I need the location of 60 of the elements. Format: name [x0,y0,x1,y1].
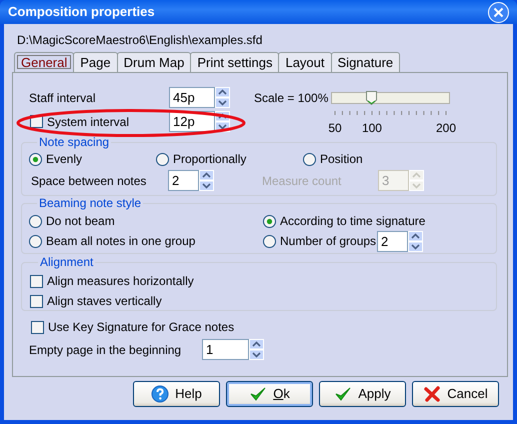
slider-thumb[interactable] [366,91,378,105]
tab[interactable]: Signature [330,52,400,72]
option-label: Do not beam [46,213,115,230]
tab[interactable]: General [14,52,74,72]
tab[interactable]: Print settings [190,52,280,72]
dialog-button[interactable]: Apply [319,381,406,407]
scale-label: Scale = 100% [254,90,330,107]
spin-buttons[interactable] [215,111,230,132]
option-label: Evenly [46,151,82,168]
checkbox-label: System interval [47,114,130,130]
tab[interactable]: Drum Map [116,52,192,72]
spin-buttons[interactable] [249,339,264,360]
scale-slider[interactable] [331,92,450,104]
option-label: Beam all notes in one group [46,233,196,250]
radio-button[interactable] [263,214,276,228]
field-label: Empty page in the beginning [29,342,182,358]
tick-label: 100 [362,120,382,137]
field-label: Staff interval [29,90,96,106]
number-field[interactable]: 1 [202,339,249,360]
checkbox-label: Use Key Signature for Grace notes [48,319,234,336]
number-field[interactable]: 45p [169,87,215,108]
radio-button[interactable] [303,152,316,166]
checkbox[interactable] [31,320,44,334]
radio-button[interactable] [263,234,276,248]
radio-button[interactable] [29,214,42,228]
tab[interactable]: Page [73,52,118,72]
help-icon [151,385,170,403]
cross-icon [423,385,442,403]
tab[interactable]: Layout [278,52,332,72]
checkmark-icon [334,385,352,403]
number-field[interactable]: 2 [377,230,408,252]
checkbox[interactable] [30,274,43,288]
window-title: Composition properties [8,3,155,22]
option-label: According to time signature [280,213,426,230]
tick-label: 200 [436,120,456,137]
number-field[interactable]: 2 [168,170,199,191]
radio-button[interactable] [29,234,42,248]
tick-label: 50 [328,120,342,137]
checkmark-icon [249,385,268,403]
spin-buttons[interactable] [199,170,214,191]
radio-button[interactable] [156,152,169,166]
dialog-button[interactable]: Cancel [412,381,499,407]
checkbox[interactable] [30,294,43,308]
radio-button[interactable] [29,152,42,166]
option-label: Number of groups [280,233,376,250]
file-path: D:\MagicScoreMaestro6\English\examples.sfd [17,32,264,47]
option-label: Proportionally [173,151,246,168]
field-label: Measure count [262,172,342,190]
close-icon[interactable] [488,2,509,22]
dialog-button[interactable]: Help [133,381,220,407]
option-label: Position [320,151,363,168]
group-title: Note spacing [38,135,110,149]
checkbox-label: Align measures horizontally [47,273,194,290]
spin-buttons[interactable] [215,87,230,108]
spin-buttons[interactable] [408,230,423,252]
group-title: Alignment [39,255,94,269]
field-label: Space between notes [30,172,148,190]
group-title: Beaming note style [38,196,142,210]
dialog-button[interactable]: Ok [226,381,313,407]
checkbox-label: Align staves vertically [47,293,162,310]
